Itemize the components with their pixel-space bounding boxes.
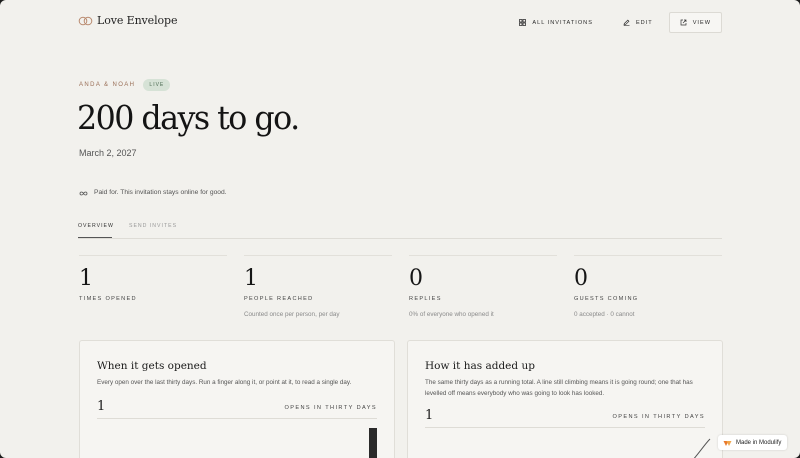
stat-guests-coming: 0 GUESTS COMING 0 accepted · 0 cannot (574, 255, 722, 318)
brand-name: Love Envelope (97, 14, 178, 27)
edit-button[interactable]: EDIT (613, 12, 663, 33)
stat-note: Counted once per person, per day (244, 311, 340, 318)
stat-value: 1 (79, 266, 93, 291)
card-description: Every open over the last thirty days. Ru… (97, 379, 352, 386)
card-total: 1 (97, 399, 106, 414)
tab-bar: OVERVIEW SEND INVITES (78, 221, 722, 239)
stat-note: 0% of everyone who opened it (409, 311, 494, 318)
couple-names: ANDA & NOAH (79, 82, 136, 88)
view-button[interactable]: VIEW (668, 12, 722, 33)
card-title: When it gets opened (97, 360, 207, 372)
stat-label: REPLIES (409, 296, 442, 302)
view-label: VIEW (692, 19, 711, 26)
stat-label: PEOPLE REACHED (244, 296, 314, 302)
stat-times-opened: 1 TIMES OPENED (79, 255, 227, 302)
event-date: March 2, 2027 (79, 148, 137, 158)
card-title: How it has added up (425, 360, 535, 372)
stat-note: 0 accepted · 0 cannot (574, 311, 635, 318)
chart-bar[interactable] (369, 428, 377, 458)
stat-value: 0 (574, 266, 588, 291)
active-tab-indicator (78, 237, 112, 238)
card-caption: OPENS IN THIRTY DAYS (284, 405, 377, 411)
made-in-label: Made in Modulify (736, 439, 782, 446)
divider (425, 427, 705, 428)
all-invitations-label: ALL INVITATIONS (532, 19, 593, 26)
tab-overview[interactable]: OVERVIEW (78, 223, 114, 229)
opens-chart-card[interactable]: When it gets opened Every open over the … (79, 340, 395, 458)
app-window: Love Envelope ALL INVITATIONS EDIT VIEW … (0, 0, 800, 458)
infinity-icon (79, 183, 88, 201)
paid-note-text: Paid for. This invitation stays online f… (94, 188, 227, 196)
modulify-logo-icon (723, 434, 732, 452)
stat-replies: 0 REPLIES 0% of everyone who opened it (409, 255, 557, 318)
card-total: 1 (425, 408, 434, 423)
stat-label: TIMES OPENED (79, 296, 137, 302)
card-description: The same thirty days as a running total.… (425, 379, 693, 397)
external-link-icon (680, 19, 687, 26)
stat-people-reached: 1 PEOPLE REACHED Counted once per person… (244, 255, 392, 318)
card-caption: OPENS IN THIRTY DAYS (612, 414, 705, 420)
top-nav: ALL INVITATIONS EDIT VIEW (509, 12, 722, 33)
made-in-modulify-badge[interactable]: Made in Modulify (718, 434, 788, 452)
tab-send-invites[interactable]: SEND INVITES (129, 223, 177, 229)
edit-label: EDIT (635, 19, 653, 26)
status-badge: LIVE (143, 79, 171, 91)
all-invitations-button[interactable]: ALL INVITATIONS (509, 12, 603, 33)
interlocking-rings-icon (78, 16, 93, 26)
brand-logo[interactable]: Love Envelope (78, 14, 177, 27)
grid-icon (519, 19, 527, 26)
paid-note: Paid for. This invitation stays online f… (79, 183, 227, 201)
stat-value: 1 (244, 266, 258, 291)
stat-label: GUESTS COMING (574, 296, 639, 302)
running-total-line (693, 438, 711, 458)
running-total-card[interactable]: How it has added up The same thirty days… (407, 340, 723, 458)
pencil-icon (623, 19, 630, 26)
divider (97, 418, 377, 419)
page-title: 200 days to go. (77, 98, 300, 137)
couple-row: ANDA & NOAH LIVE (79, 79, 171, 91)
stat-value: 0 (409, 266, 423, 291)
